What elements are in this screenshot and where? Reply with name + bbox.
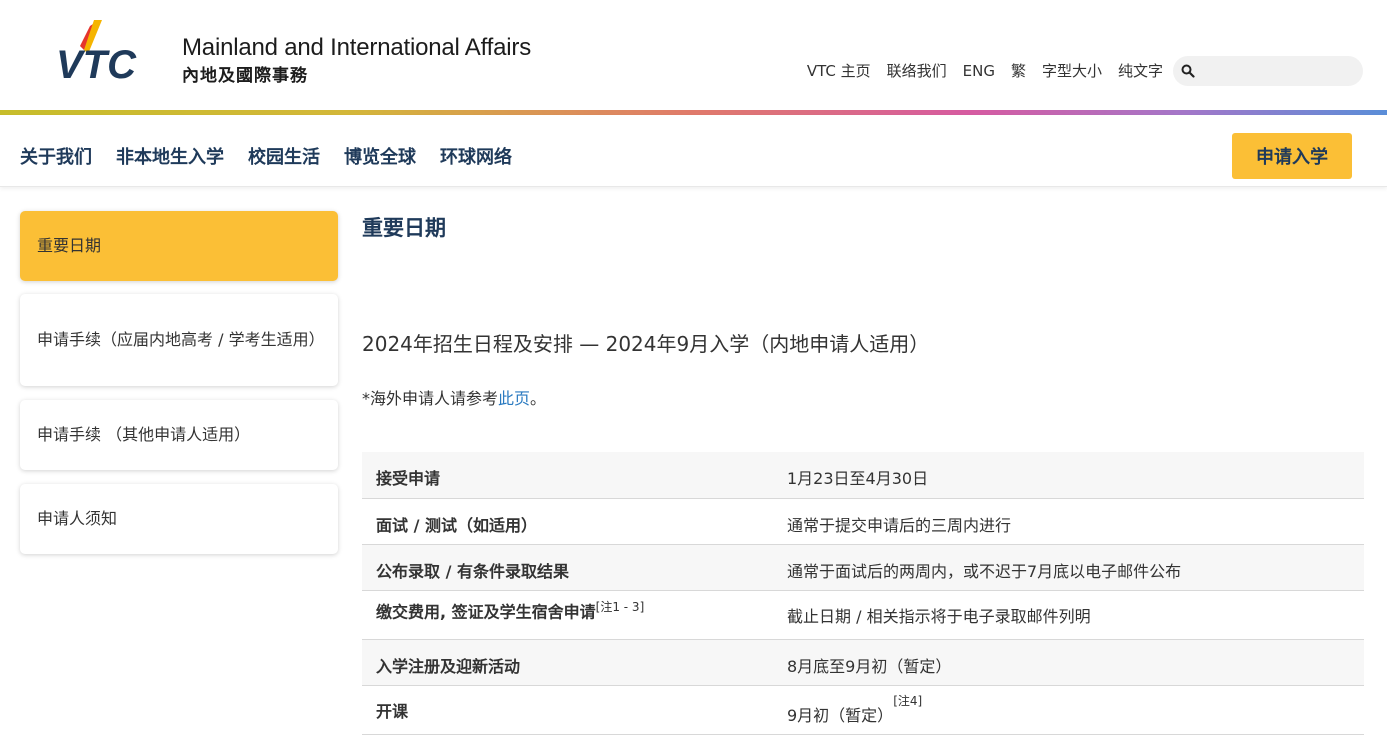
row-value: 通常于面试后的两周内，或不迟于7月底以电子邮件公布 bbox=[787, 562, 1182, 581]
section-title: 2024年招生日程及安排 — 2024年9月入学（内地申请人适用） bbox=[362, 332, 930, 356]
note-suffix: 。 bbox=[530, 389, 547, 408]
sidebar-item-procedure-gaokao[interactable]: 申请手续（应届内地高考 / 学考生适用） bbox=[20, 294, 338, 386]
row-label: 入学注册及迎新活动 bbox=[376, 657, 521, 676]
vtc-logo[interactable]: VTC bbox=[54, 20, 150, 87]
table-row: 面试 / 测试（如适用） 通常于提交申请后的三周内进行 bbox=[362, 499, 1364, 545]
table-row: 缴交费用, 签证及学生宿舍申请[注1 - 3] 截止日期 / 相关指示将于电子录… bbox=[362, 591, 1364, 640]
table-row: 开课 9月初（暂定）[注4] bbox=[362, 686, 1364, 735]
sidebar-item-label: 申请手续 （其他申请人适用） bbox=[37, 425, 251, 444]
nav-item-campus-life[interactable]: 校园生活 bbox=[248, 143, 320, 169]
util-link-traditional[interactable]: 繁 bbox=[1011, 60, 1026, 81]
sidebar-item-important-dates[interactable]: 重要日期 bbox=[20, 211, 338, 281]
util-link-eng[interactable]: ENG bbox=[963, 62, 995, 80]
row-label: 接受申请 bbox=[376, 469, 441, 488]
row-value: 截止日期 / 相关指示将于电子录取邮件列明 bbox=[787, 607, 1091, 626]
row-value: 9月初（暂定）[注4] bbox=[787, 694, 923, 726]
nav-item-network[interactable]: 环球网络 bbox=[440, 143, 512, 169]
table-row: 入学注册及迎新活动 8月底至9月初（暂定） bbox=[362, 640, 1364, 686]
sidebar-item-applicant-notes[interactable]: 申请人须知 bbox=[20, 484, 338, 554]
nav-item-nonlocal-admission[interactable]: 非本地生入学 bbox=[116, 143, 224, 169]
row-label: 公布录取 / 有条件录取结果 bbox=[376, 562, 569, 581]
note-text: *海外申请人请参考 bbox=[362, 389, 499, 408]
sidebar-item-label: 申请手续（应届内地高考 / 学考生适用） bbox=[37, 330, 325, 349]
footnote-ref[interactable]: [注4] bbox=[893, 694, 922, 708]
sidebar-item-label: 申请人须知 bbox=[37, 509, 118, 528]
sidebar-item-procedure-others[interactable]: 申请手续 （其他申请人适用） bbox=[20, 400, 338, 470]
nav-item-global[interactable]: 博览全球 bbox=[344, 143, 416, 169]
nav-item-about[interactable]: 关于我们 bbox=[20, 143, 92, 169]
brand-title-en: Mainland and International Affairs bbox=[182, 34, 531, 61]
search-input[interactable] bbox=[1201, 63, 1361, 79]
footnote-ref[interactable]: [注1 - 3] bbox=[596, 600, 645, 614]
table-row: 接受申请 1月23日至4月30日 bbox=[362, 452, 1364, 499]
util-link-vtc-home[interactable]: VTC 主页 bbox=[807, 60, 871, 81]
brand-title-zh: 內地及國際事務 bbox=[182, 66, 308, 86]
note-link[interactable]: 此页 bbox=[498, 389, 530, 408]
row-value: 8月底至9月初（暂定） bbox=[787, 657, 952, 676]
search-icon[interactable] bbox=[1181, 64, 1195, 78]
util-link-text-only[interactable]: 纯文字 bbox=[1118, 60, 1163, 81]
row-label: 缴交费用, 签证及学生宿舍申请[注1 - 3] bbox=[376, 600, 645, 622]
logo-text: VTC bbox=[56, 43, 137, 82]
utility-links: VTC 主页 联络我们 ENG 繁 字型大小 纯文字 bbox=[791, 60, 1163, 81]
overseas-note: *海外申请人请参考此页。 bbox=[362, 385, 546, 409]
main-nav: 关于我们 非本地生入学 校园生活 博览全球 环球网络 申请入学 bbox=[0, 115, 1387, 187]
page-title: 重要日期 bbox=[362, 216, 446, 240]
row-label: 开课 bbox=[376, 702, 409, 721]
apply-button[interactable]: 申请入学 bbox=[1232, 133, 1352, 179]
row-value: 通常于提交申请后的三周内进行 bbox=[787, 516, 1012, 535]
row-value: 1月23日至4月30日 bbox=[787, 469, 929, 488]
search-box[interactable] bbox=[1173, 56, 1363, 86]
table-row: 公布录取 / 有条件录取结果 通常于面试后的两周内，或不迟于7月底以电子邮件公布 bbox=[362, 545, 1364, 591]
sidebar-item-label: 重要日期 bbox=[37, 236, 102, 255]
util-link-font-size[interactable]: 字型大小 bbox=[1042, 60, 1102, 81]
row-label: 面试 / 测试（如适用） bbox=[376, 516, 537, 535]
dates-table: 接受申请 1月23日至4月30日 面试 / 测试（如适用） 通常于提交申请后的三… bbox=[362, 452, 1364, 735]
site-header: VTC Mainland and International Affairs 內… bbox=[0, 0, 1387, 110]
util-link-contact[interactable]: 联络我们 bbox=[887, 60, 947, 81]
